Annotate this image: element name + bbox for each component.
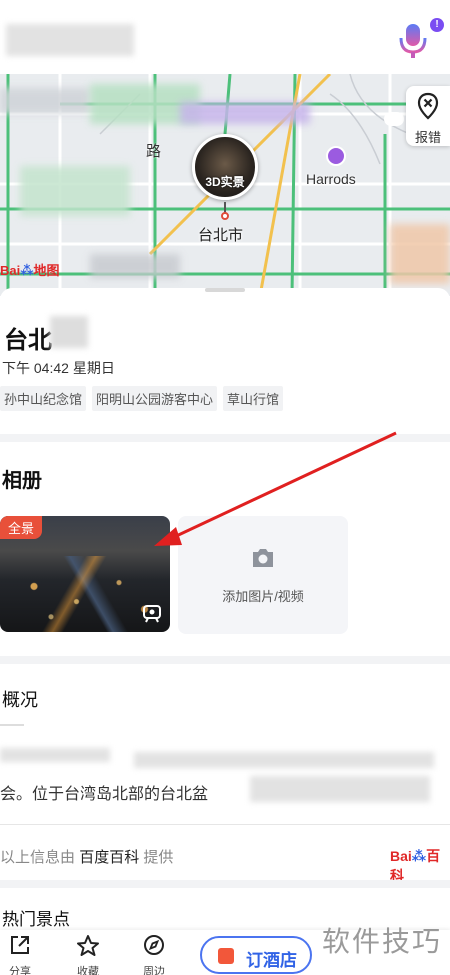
add-photo-video-button[interactable]: 添加图片/视频 — [178, 516, 348, 634]
map-blurred-area — [0, 88, 90, 114]
overview-text-blurred — [134, 752, 434, 768]
panorama-badge: 全景 — [0, 516, 43, 539]
source-name-link[interactable]: 百度百科 — [79, 849, 139, 866]
camera-icon — [253, 549, 273, 567]
map-city-label: 台北市 — [198, 227, 244, 244]
watermark-text: 软件技巧 — [321, 926, 442, 957]
title-blurred — [50, 316, 88, 348]
attraction-tag[interactable]: 孙中山纪念馆 — [0, 386, 87, 411]
favorite-button[interactable]: 收藏 — [68, 934, 108, 975]
hot-attractions-title: 热门景点 — [2, 910, 70, 929]
report-error-label: 报错 — [414, 130, 441, 145]
overview-text-blurred — [0, 748, 110, 762]
search-text-blurred — [6, 24, 134, 56]
book-hotel-button[interactable]: 订酒店 — [200, 936, 312, 974]
panorama-thumbnail[interactable]: 全景 — [0, 516, 170, 632]
poi-label-harrods[interactable]: Harrods — [306, 171, 356, 187]
baidu-map-logo: Bai⁂地图 — [0, 263, 60, 278]
book-hotel-label: 订酒店 — [246, 951, 297, 970]
local-time: 下午 04:42 星期日 — [2, 360, 115, 376]
section-divider — [0, 656, 450, 664]
compass-icon — [144, 935, 164, 955]
vr-icon — [143, 605, 161, 623]
section-divider — [0, 434, 450, 442]
map-road-label: 路 — [146, 143, 162, 160]
share-button[interactable]: 分享 — [0, 934, 40, 975]
microphone-icon — [399, 24, 427, 58]
map-blurred-area — [390, 224, 450, 284]
3d-view-label: 3D实景 — [205, 175, 245, 189]
place-info-panel: 台北 下午 04:42 星期日 孙中山纪念馆 阳明山公园游客中心 草山行馆 — [0, 288, 450, 434]
map-poi-marker[interactable] — [384, 112, 404, 126]
location-x-icon — [417, 92, 439, 120]
add-photo-label: 添加图片/视频 — [222, 589, 304, 604]
map-blurred-area — [180, 102, 310, 124]
search-bar[interactable]: ! — [0, 0, 450, 78]
source-attribution: 以上信息由 百度百科 提供 — [0, 849, 174, 866]
share-icon — [11, 936, 29, 954]
album-title: 相册 — [2, 470, 42, 492]
panel-drag-handle[interactable] — [205, 288, 245, 292]
overview-underline — [0, 724, 24, 726]
section-divider — [0, 880, 450, 888]
attraction-tag[interactable]: 阳明山公园游客中心 — [92, 386, 218, 411]
star-icon — [77, 935, 99, 956]
3d-view-pin[interactable]: 3D实景 — [192, 134, 258, 200]
share-label: 分享 — [9, 966, 31, 975]
attraction-tags: 孙中山纪念馆 阳明山公园游客中心 草山行馆 — [0, 386, 284, 411]
nearby-label: 周边 — [143, 966, 165, 975]
favorite-label: 收藏 — [77, 966, 99, 975]
voice-search-button[interactable] — [396, 20, 432, 60]
map-view[interactable]: 路 报错 3D实景 台北市 Harrods Bai⁂地图 — [0, 74, 450, 296]
location-dot-icon — [221, 212, 229, 220]
overview-title: 概况 — [2, 690, 38, 710]
overview-text-blurred — [250, 776, 430, 802]
overview-divider — [0, 824, 450, 825]
map-blurred-area — [90, 254, 180, 278]
place-title: 台北 — [4, 327, 52, 354]
nearby-button[interactable]: 周边 — [134, 934, 174, 975]
map-blurred-area — [20, 166, 130, 216]
attraction-tag[interactable]: 草山行馆 — [223, 386, 284, 411]
shopping-bag-icon[interactable] — [326, 146, 346, 166]
report-error-button[interactable]: 报错 — [406, 86, 450, 146]
overview-text: 会。位于台湾岛北部的台北盆 — [0, 786, 209, 803]
notification-badge: ! — [430, 18, 444, 32]
hotel-icon — [218, 948, 234, 964]
